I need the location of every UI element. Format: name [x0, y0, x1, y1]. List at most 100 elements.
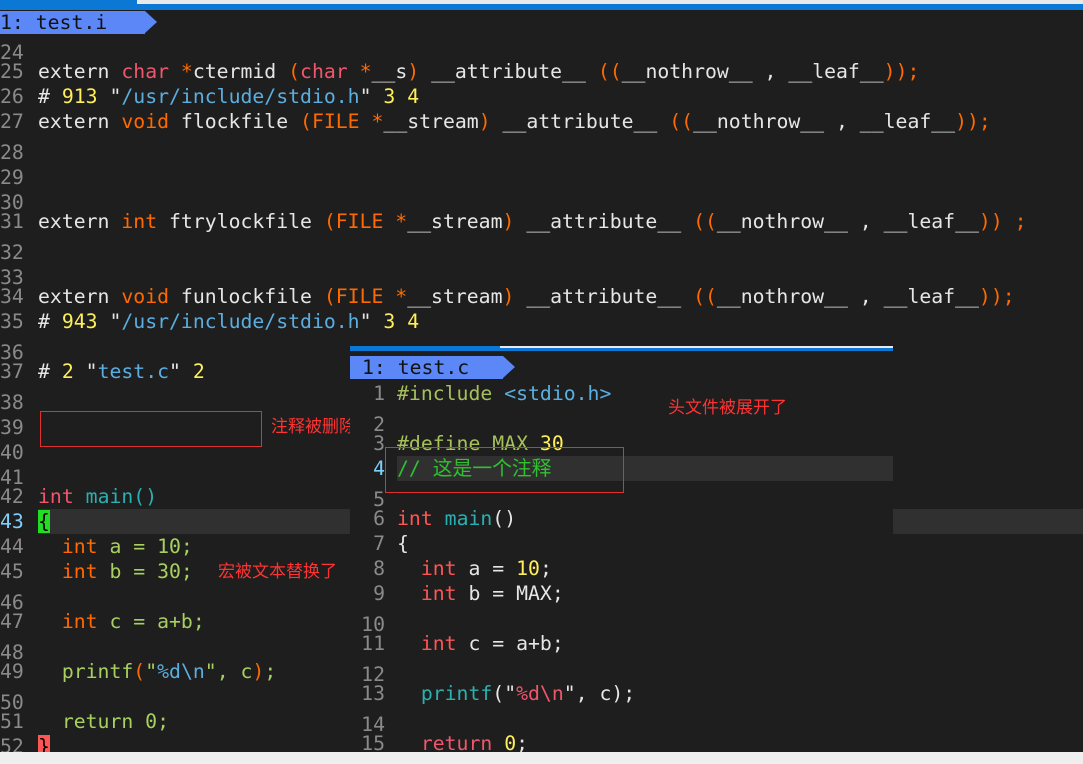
- line-number: 4: [373, 457, 385, 480]
- code-token: extern: [38, 285, 122, 308]
- code-line[interactable]: 26 # 913 "/usr/include/stdio.h" 3 4: [0, 84, 1083, 109]
- code-token: ": [204, 660, 217, 683]
- code-line[interactable]: 28: [0, 134, 1083, 164]
- code-token: ": [97, 310, 122, 333]
- code-token: {: [38, 510, 50, 533]
- line-number: 7: [373, 532, 385, 555]
- code-token: *: [169, 60, 193, 83]
- code-line[interactable]: 9 int b = MAX;: [350, 581, 893, 606]
- code-token: ": [359, 85, 384, 108]
- tab-test-i[interactable]: 1: test.i: [0, 11, 157, 34]
- bottom-bar: [0, 752, 1083, 764]
- code-token: printf: [38, 660, 134, 683]
- code-token: void: [121, 285, 170, 308]
- code-token: int: [121, 210, 158, 233]
- code-line[interactable]: 34 extern void funlockfile (FILE *__strea…: [0, 284, 1083, 309]
- code-token: char: [121, 60, 170, 83]
- code-token: #include: [397, 382, 505, 405]
- code-token: return 0;: [38, 710, 170, 733]
- code-token: int: [61, 610, 98, 633]
- code-line[interactable]: 12: [350, 656, 893, 686]
- tab-test-c[interactable]: 1: test.c: [350, 356, 515, 379]
- code-line[interactable]: 31 extern int ftrylockfile (FILE *__strea…: [0, 209, 1083, 234]
- code-line[interactable]: 24: [0, 34, 1083, 64]
- code-token: __attribute__: [419, 60, 598, 83]
- annotation-box-comment: [385, 447, 624, 493]
- code-token: __nothrow__ , __leaf__: [716, 210, 979, 233]
- code-token: funlockfile: [169, 285, 324, 308]
- line-number: 35: [0, 310, 24, 333]
- code-line[interactable]: 30: [0, 184, 1083, 214]
- code-token: ): [478, 110, 491, 133]
- code-text: # 943 "/usr/include/stdio.h" 3 4: [38, 309, 419, 334]
- code-line[interactable]: 7{: [350, 531, 893, 556]
- code-token: ((: [693, 285, 717, 308]
- code-text: extern void funlockfile (FILE *__stream)…: [38, 284, 1015, 309]
- code-token: ": [169, 360, 193, 383]
- code-token: 3 4: [383, 85, 420, 108]
- code-token: flockfile: [169, 110, 301, 133]
- code-text: {: [397, 531, 409, 556]
- code-token: <stdio.h>: [504, 382, 612, 405]
- code-token: __s: [371, 60, 408, 83]
- editor-test-c[interactable]: 1: test.c 1 #include <stdio.h> 2 3 #define M…: [350, 346, 893, 764]
- code-token: 10: [516, 557, 540, 580]
- code-line[interactable]: 14: [350, 706, 893, 736]
- code-token: a =: [456, 557, 517, 580]
- code-text: extern void flockfile (FILE *__stream) _…: [38, 109, 991, 134]
- line-number: 43: [0, 510, 24, 533]
- code-line[interactable]: 6 int main(): [350, 506, 893, 531]
- line-number: 8: [373, 557, 385, 580]
- code-line[interactable]: 13 printf("%d\n", c);: [350, 681, 893, 706]
- code-token: ", c);: [563, 682, 636, 705]
- code-line[interactable]: 10: [350, 606, 893, 636]
- code-token: 3 4: [383, 310, 420, 333]
- code-token: extern: [38, 210, 122, 233]
- code-text: printf("%d\n", c);: [38, 659, 276, 684]
- annotation-box-removed-comment: [40, 411, 262, 447]
- code-token: #: [38, 310, 62, 333]
- code-token: int: [38, 485, 74, 508]
- code-line[interactable]: 35 # 943 "/usr/include/stdio.h" 3 4: [0, 309, 1083, 334]
- code-token: ): [252, 660, 265, 683]
- code-text: int main(): [397, 506, 516, 531]
- code-token: ": [359, 310, 384, 333]
- code-token: test.c: [97, 360, 170, 383]
- code-line[interactable]: 33: [0, 259, 1083, 289]
- window-chrome: [0, 0, 1083, 10]
- code-line[interactable]: 29: [0, 159, 1083, 189]
- code-token: a =: [97, 535, 158, 558]
- code-token: , c: [216, 660, 253, 683]
- code-text: return 0;: [38, 709, 169, 734]
- code-token: ctermid: [192, 60, 289, 83]
- code-token: )) ;: [978, 210, 1027, 233]
- code-token: void: [121, 110, 170, 133]
- code-token: int: [397, 507, 433, 530]
- code-token: int: [61, 560, 98, 583]
- line-number: 9: [373, 582, 385, 605]
- code-token: %d\n: [157, 660, 205, 683]
- code-line[interactable]: 2: [350, 406, 893, 436]
- code-token: int: [420, 632, 457, 655]
- line-number: 47: [0, 610, 24, 633]
- code-line[interactable]: 32: [0, 234, 1083, 264]
- code-line[interactable]: 1 #include <stdio.h>: [350, 381, 893, 406]
- code-token: #: [38, 85, 62, 108]
- code-token: (): [133, 485, 158, 508]
- code-text: int c = a+b;: [397, 631, 564, 656]
- code-line[interactable]: 27 extern void flockfile (FILE *__stream)…: [0, 109, 1083, 134]
- code-token: main: [444, 507, 493, 530]
- code-token: (": [492, 682, 517, 705]
- code-token: ));: [978, 285, 1015, 308]
- code-line[interactable]: 8 int a = 10;: [350, 556, 893, 581]
- code-line[interactable]: 25 extern char *ctermid (char *__s) __att…: [0, 59, 1083, 84]
- code-token: *: [347, 60, 372, 83]
- code-line[interactable]: 11 int c = a+b;: [350, 631, 893, 656]
- code-token: ((: [669, 110, 694, 133]
- line-number: 13: [361, 682, 385, 705]
- line-number: 45: [0, 560, 24, 583]
- code-token: ): [407, 60, 420, 83]
